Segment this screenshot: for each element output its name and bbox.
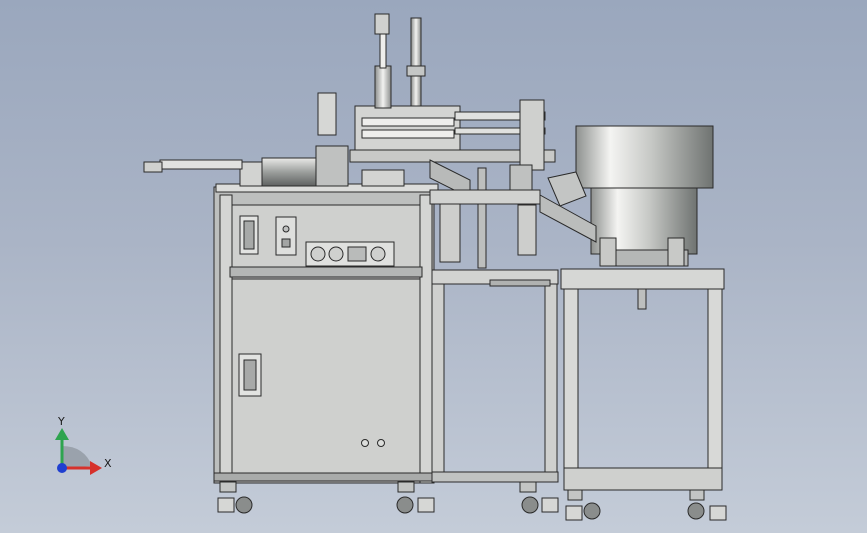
y-axis-label: Y <box>57 415 65 428</box>
coordinate-triad[interactable]: Y X <box>55 415 112 475</box>
electrical-cabinet <box>213 183 439 484</box>
cad-3d-viewport[interactable]: Y X <box>0 0 867 533</box>
aluminium-frame <box>431 269 559 483</box>
vibratory-bowl <box>539 125 714 267</box>
x-axis-label: X <box>104 457 112 470</box>
feeder-stand <box>560 268 725 491</box>
feeder-machine-model <box>143 13 727 521</box>
triad-origin <box>57 463 67 473</box>
y-axis-arrowhead <box>55 428 69 440</box>
x-axis-arrowhead <box>90 461 102 475</box>
triad-plane-shading <box>62 446 92 468</box>
